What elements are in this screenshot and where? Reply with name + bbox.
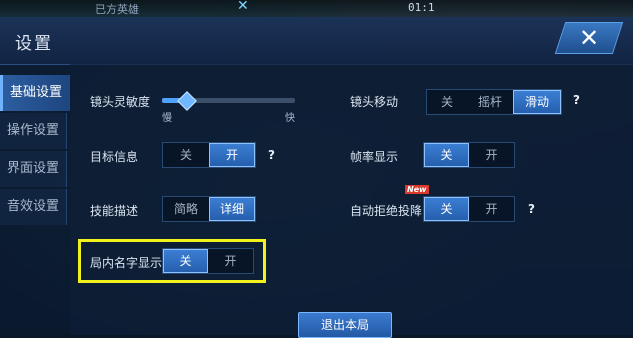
camera-move-option-joystick[interactable]: 摇杆 <box>467 90 513 114</box>
camera-move-option-off[interactable]: 关 <box>427 90 467 114</box>
auto-reject-surrender-label: 自动拒绝投降 <box>350 204 423 218</box>
game-timer: 01:1 <box>408 1 435 14</box>
target-info-help-icon[interactable]: ? <box>268 148 275 162</box>
sidebar-item-label: 基础设置 <box>9 85 62 100</box>
skill-desc-label: 技能描述 <box>90 204 139 218</box>
camera-move-help-icon[interactable]: ? <box>573 93 580 107</box>
fps-display-option-on[interactable]: 开 <box>469 143 514 167</box>
hero-label: 已方英雄 <box>95 3 139 16</box>
camera-move-option-swipe[interactable]: 滑动 <box>513 90 561 114</box>
auto-reject-option-on[interactable]: 开 <box>469 197 514 221</box>
slider-min-label: 慢 <box>162 113 172 124</box>
in-game-name-display-label: 局内名字显示 <box>90 256 163 270</box>
fps-display-option-off[interactable]: 关 <box>424 143 469 167</box>
settings-header: 设置 ✕ <box>0 17 633 65</box>
close-button[interactable]: ✕ <box>554 22 624 54</box>
page-title: 设置 <box>15 34 53 54</box>
settings-sidebar: 基础设置 操作设置 界面设置 音效设置 <box>0 75 70 227</box>
auto-reject-surrender-toggle: 关 开 <box>423 196 515 222</box>
camera-sensitivity-label: 镜头灵敏度 <box>90 95 151 109</box>
fps-display-toggle: 关 开 <box>423 142 515 168</box>
in-game-name-display-toggle: 关 开 <box>162 248 254 274</box>
target-info-label: 目标信息 <box>90 150 139 164</box>
sidebar-item-label: 界面设置 <box>6 161 59 176</box>
fps-display-label: 帧率显示 <box>350 150 399 164</box>
in-game-name-option-off[interactable]: 关 <box>163 249 208 273</box>
target-info-option-off[interactable]: 关 <box>163 143 209 167</box>
close-icon: ✕ <box>578 24 600 52</box>
sidebar-item-sound[interactable]: 音效设置 <box>0 189 67 225</box>
game-top-bar: 已方英雄 ✕ 01:1 <box>0 0 633 17</box>
auto-reject-help-icon[interactable]: ? <box>528 202 535 216</box>
target-info-toggle: 关 开 <box>162 142 256 168</box>
target-info-option-on[interactable]: 开 <box>209 143 255 167</box>
in-game-name-option-on[interactable]: 开 <box>208 249 253 273</box>
background-x-icon: ✕ <box>237 0 249 14</box>
sidebar-item-label: 操作设置 <box>6 123 59 138</box>
skill-desc-option-brief[interactable]: 简略 <box>163 197 209 221</box>
slider-max-label: 快 <box>285 113 295 124</box>
sidebar-item-interface[interactable]: 界面设置 <box>0 151 67 187</box>
skill-desc-toggle: 简略 详细 <box>162 196 256 222</box>
skill-desc-option-detailed[interactable]: 详细 <box>209 197 255 221</box>
quit-match-button[interactable]: 退出本局 <box>298 312 392 338</box>
new-badge: New <box>405 185 429 194</box>
auto-reject-option-off[interactable]: 关 <box>424 197 469 221</box>
sidebar-item-basic[interactable]: 基础设置 <box>0 75 70 111</box>
sidebar-item-controls[interactable]: 操作设置 <box>0 113 67 149</box>
sidebar-item-label: 音效设置 <box>6 199 59 214</box>
camera-move-selector: 关 摇杆 滑动 <box>426 89 562 115</box>
camera-move-label: 镜头移动 <box>350 95 399 109</box>
settings-panel: 设置 ✕ 基础设置 操作设置 界面设置 音效设置 <box>0 17 633 335</box>
